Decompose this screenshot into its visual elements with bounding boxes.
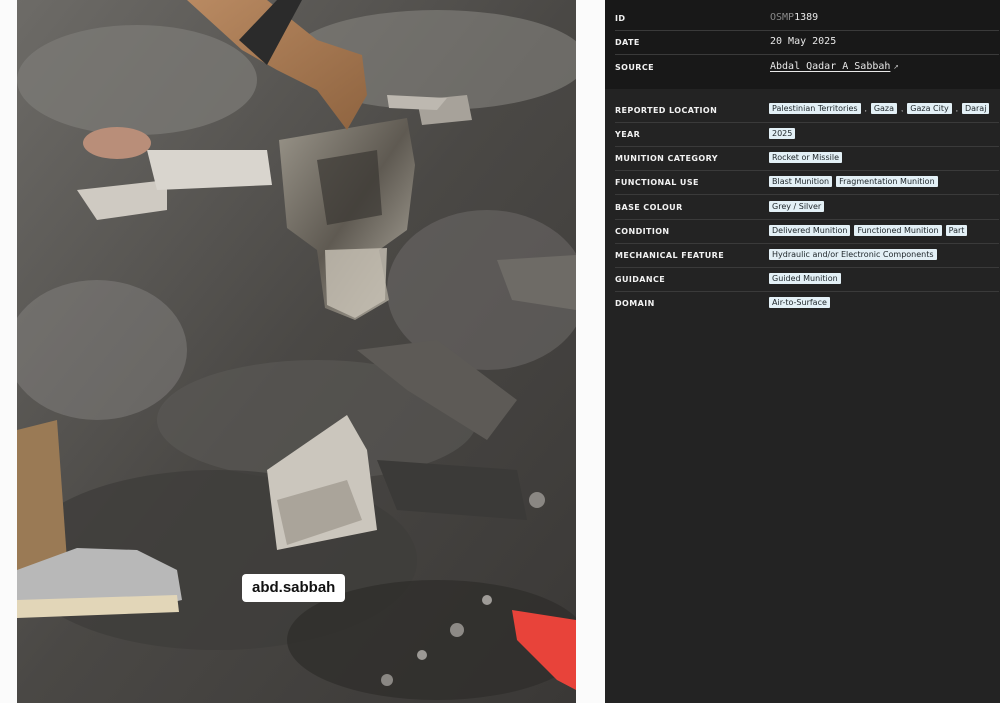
attr-row-condition: CONDITION Delivered Munition Functioned … — [615, 220, 999, 244]
attr-row-functional-use: FUNCTIONAL USE Blast Munition Fragmentat… — [615, 171, 999, 195]
tag-grey-silver[interactable]: Grey / Silver — [769, 201, 825, 212]
tag-functioned-munition[interactable]: Functioned Munition — [854, 225, 942, 236]
base-colour-tags: Grey / Silver — [769, 201, 828, 212]
reported-location-label: REPORTED LOCATION — [615, 106, 718, 115]
guidance-tags: Guided Munition — [769, 273, 845, 284]
id-number: 1389 — [794, 12, 819, 23]
metadata-section: ID OSMP1389 DATE 20 May 2025 SOURCE Abda… — [605, 0, 1000, 89]
tag-separator: , — [864, 104, 867, 113]
date-value: 20 May 2025 — [770, 36, 837, 47]
tag-hydraulic-electronic-components[interactable]: Hydraulic and/or Electronic Components — [769, 249, 937, 260]
domain-tags: Air-to-Surface — [769, 297, 834, 308]
tag-delivered-munition[interactable]: Delivered Munition — [769, 225, 851, 236]
external-link-icon: ↗ — [893, 62, 899, 72]
details-panel: ID OSMP1389 DATE 20 May 2025 SOURCE Abda… — [605, 0, 1000, 703]
date-label: DATE — [615, 38, 640, 47]
guidance-label: GUIDANCE — [615, 275, 666, 284]
attr-row-domain: DOMAIN Air-to-Surface — [615, 292, 999, 315]
mechanical-feature-label: MECHANICAL FEATURE — [615, 251, 725, 260]
attr-row-guidance: GUIDANCE Guided Munition — [615, 268, 999, 292]
source-row: SOURCE Abdal Qadar A Sabbah ↗ — [615, 54, 999, 78]
source-link[interactable]: Abdal Qadar A Sabbah ↗ — [770, 61, 899, 72]
functional-use-tags: Blast Munition Fragmentation Munition — [769, 176, 942, 187]
tag-daraj[interactable]: Daraj — [961, 103, 990, 114]
tag-gaza[interactable]: Gaza — [870, 103, 898, 114]
year-label: YEAR — [615, 130, 641, 139]
base-colour-label: BASE COLOUR — [615, 203, 683, 212]
source-link-text[interactable]: Abdal Qadar A Sabbah — [770, 61, 890, 72]
tag-separator: , — [955, 104, 958, 113]
munition-category-label: MUNITION CATEGORY — [615, 154, 718, 163]
munition-category-tags: Rocket or Missile — [769, 152, 846, 163]
mechanical-feature-tags: Hydraulic and/or Electronic Components — [769, 249, 941, 260]
tag-separator: , — [901, 104, 904, 113]
tag-2025[interactable]: 2025 — [769, 128, 796, 139]
domain-label: DOMAIN — [615, 299, 655, 308]
year-tags: 2025 — [769, 128, 799, 139]
date-row: DATE 20 May 2025 — [615, 30, 999, 55]
tag-guided-munition[interactable]: Guided Munition — [769, 273, 841, 284]
functional-use-label: FUNCTIONAL USE — [615, 178, 699, 187]
condition-label: CONDITION — [615, 227, 670, 236]
attr-row-year: YEAR 2025 — [615, 123, 999, 147]
id-value: OSMP1389 — [770, 12, 818, 23]
reported-location-tags: Palestinian Territories, Gaza, Gaza City… — [769, 103, 993, 114]
id-row: ID OSMP1389 — [615, 6, 999, 31]
tag-blast-munition[interactable]: Blast Munition — [769, 176, 833, 187]
attr-row-munition-category: MUNITION CATEGORY Rocket or Missile — [615, 147, 999, 171]
tag-gaza-city[interactable]: Gaza City — [907, 103, 952, 114]
condition-tags: Delivered Munition Functioned Munition P… — [769, 225, 971, 236]
photo-watermark: abd.sabbah — [242, 574, 346, 602]
id-label: ID — [615, 14, 626, 23]
tag-air-to-surface[interactable]: Air-to-Surface — [769, 297, 830, 308]
attr-row-reported-location: REPORTED LOCATION Palestinian Territorie… — [615, 99, 999, 123]
source-label: SOURCE — [615, 63, 654, 72]
tag-fragmentation-munition[interactable]: Fragmentation Munition — [836, 176, 938, 187]
attr-row-mechanical-feature: MECHANICAL FEATURE Hydraulic and/or Elec… — [615, 244, 999, 268]
id-prefix: OSMP — [770, 12, 795, 23]
attr-row-base-colour: BASE COLOUR Grey / Silver — [615, 196, 999, 220]
tag-part[interactable]: Part — [945, 225, 968, 236]
tag-rocket-or-missile[interactable]: Rocket or Missile — [769, 152, 842, 163]
tag-palestinian-territories[interactable]: Palestinian Territories — [769, 103, 861, 114]
photo-viewer: abd.sabbah — [0, 0, 605, 703]
